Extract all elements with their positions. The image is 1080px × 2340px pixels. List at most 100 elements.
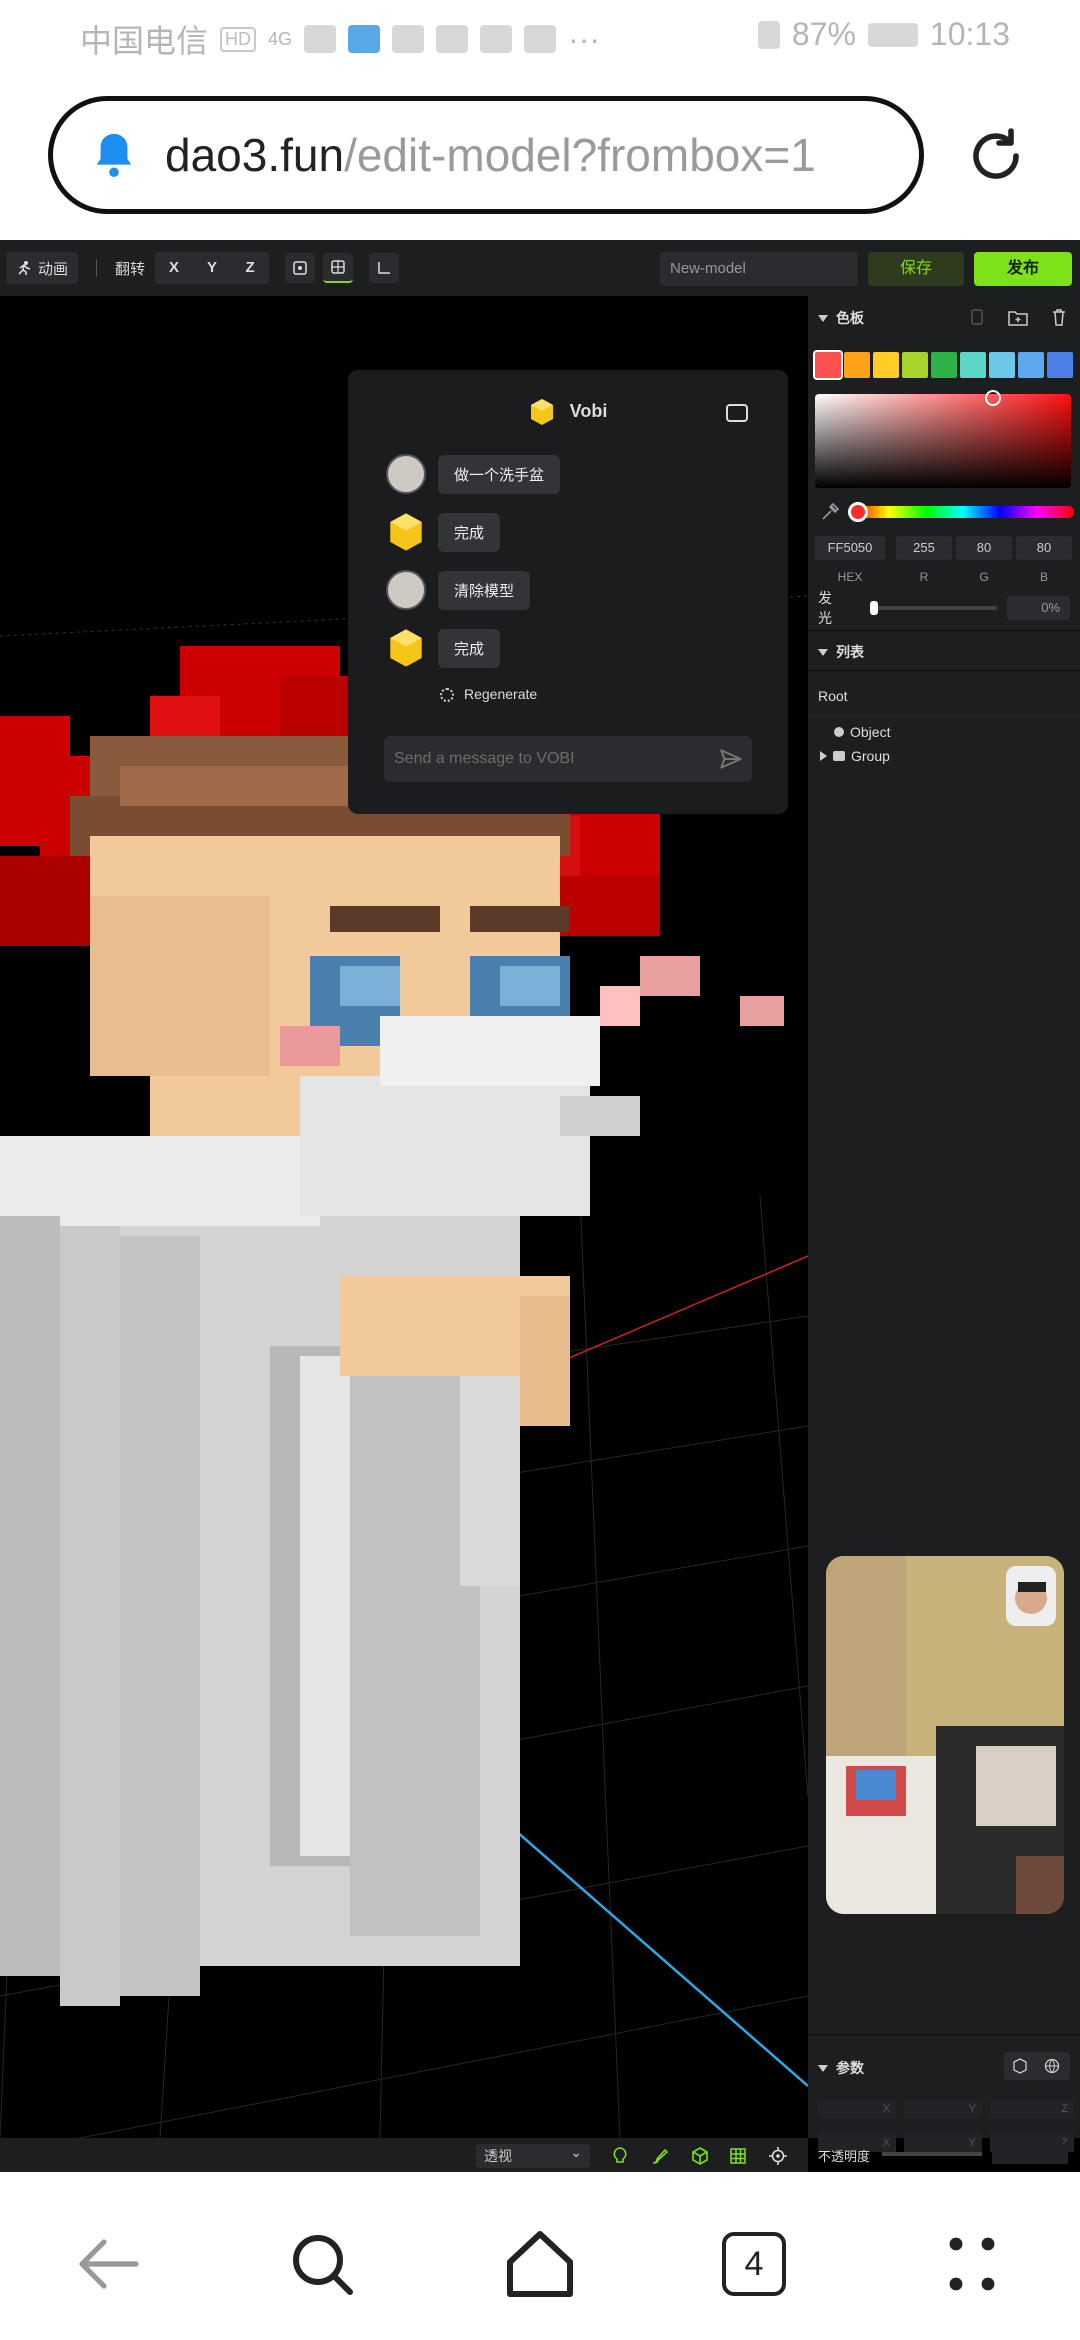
local-space-icon[interactable] — [285, 253, 316, 283]
send-icon[interactable] — [718, 746, 744, 772]
glow-value[interactable]: 0% — [1006, 596, 1070, 620]
message-bubble: 完成 — [438, 628, 501, 668]
tabs-count-button[interactable]: 4 — [722, 2232, 786, 2296]
translate-icon — [524, 25, 557, 53]
flip-z-button[interactable]: Z — [231, 252, 269, 284]
hex-field[interactable]: FF5050 — [815, 536, 885, 560]
tree-item-group[interactable]: Group — [820, 748, 890, 764]
eyedropper-icon[interactable] — [820, 502, 840, 522]
regenerate-button[interactable]: Regenerate — [348, 686, 788, 703]
cube-icon[interactable] — [1012, 2058, 1028, 2074]
color-swatch[interactable] — [989, 352, 1015, 378]
glow-slider[interactable] — [869, 601, 997, 615]
save-button[interactable]: 保存 — [868, 252, 964, 286]
menu-dots-icon[interactable] — [932, 2224, 1012, 2304]
tree-item-object[interactable]: Object — [834, 724, 890, 740]
saturation-picker[interactable] — [815, 390, 1071, 488]
color-swatch[interactable] — [902, 352, 928, 378]
chat-message-input[interactable] — [384, 736, 752, 782]
video-call-overlay[interactable] — [826, 1556, 1064, 1914]
hue-slider[interactable] — [852, 506, 1074, 518]
focus-target-icon[interactable] — [768, 2146, 788, 2166]
url-path: /edit-model?frombox=1 — [344, 129, 816, 181]
tree-item-label: Object — [850, 724, 891, 740]
list-section-header[interactable]: 列表 — [818, 642, 864, 662]
notification-bell-icon[interactable] — [91, 130, 137, 180]
browser-nav-bar: 4 — [0, 2172, 1080, 2340]
glow-label: 发光 — [818, 590, 832, 626]
picture-in-picture-icon[interactable] — [726, 404, 748, 422]
tree-root-label: Root — [818, 688, 848, 704]
color-swatch[interactable] — [1018, 352, 1044, 378]
delete-icon[interactable] — [1050, 308, 1068, 326]
cube-view-icon[interactable] — [690, 2146, 710, 2166]
hue-slider-knob[interactable] — [848, 502, 868, 522]
user-avatar — [386, 570, 426, 610]
g-field[interactable]: 80 — [956, 536, 1012, 560]
flip-y-button[interactable]: Y — [193, 252, 231, 284]
color-swatch[interactable] — [844, 352, 870, 378]
palette-title: 色板 — [836, 310, 864, 326]
g-label: G — [979, 570, 989, 584]
color-swatch[interactable] — [813, 350, 843, 380]
model-name-field[interactable]: New-model — [660, 252, 858, 286]
axis-guide-icon[interactable] — [369, 253, 400, 283]
url-text[interactable]: dao3.fun/edit-model?frombox=1 — [165, 128, 816, 182]
clock: 10:13 — [929, 16, 1010, 52]
color-swatch[interactable] — [960, 352, 986, 378]
globe-icon[interactable] — [1044, 2058, 1060, 2074]
3d-viewport[interactable]: Vobi 做一个洗手盆 完成 清除模型 完成 Regenerate — [0, 296, 808, 2138]
palette-section-header[interactable]: 色板 — [818, 308, 864, 328]
hd-badge: HD — [220, 26, 257, 52]
list-title: 列表 — [836, 644, 864, 660]
color-swatch[interactable] — [931, 352, 957, 378]
copy-palette-icon[interactable] — [968, 308, 986, 326]
tree-root[interactable]: Root — [818, 688, 848, 704]
light-bulb-icon[interactable] — [610, 2146, 630, 2166]
grid-icon[interactable] — [728, 2146, 748, 2166]
b-field[interactable]: 80 — [1016, 536, 1072, 560]
flip-x-button[interactable]: X — [155, 252, 193, 284]
reload-icon[interactable] — [964, 124, 1028, 188]
b-label: B — [1039, 570, 1048, 584]
opacity-field[interactable] — [992, 2144, 1068, 2164]
battery-percent: 87% — [791, 16, 856, 52]
color-swatch[interactable] — [1047, 352, 1073, 378]
status-bar: 中国电信 HD 4G ··· 87% 10:13 — [0, 0, 1080, 72]
rotation-y-field[interactable]: Y — [904, 2134, 982, 2152]
voxel-basin — [0, 1016, 640, 2006]
position-y-field[interactable]: Y — [904, 2100, 982, 2118]
group-icon — [833, 751, 845, 761]
vobi-avatar-icon — [390, 513, 422, 551]
collapse-icon — [818, 314, 828, 322]
hex-label: HEX — [837, 570, 863, 584]
back-arrow-icon[interactable] — [68, 2224, 148, 2304]
opacity-slider[interactable] — [882, 2152, 982, 2156]
publish-button[interactable]: 发布 — [974, 252, 1072, 286]
position-x-field[interactable]: X — [818, 2100, 896, 2118]
battery-icon — [867, 22, 918, 47]
search-icon[interactable] — [282, 2224, 362, 2304]
address-bar[interactable]: dao3.fun/edit-model?frombox=1 — [48, 96, 924, 214]
vobi-chat-panel: Vobi 做一个洗手盆 完成 清除模型 完成 Regenerate — [348, 370, 788, 814]
view-mode-select[interactable]: 透视 — [476, 2140, 590, 2168]
animation-button[interactable]: 动画 — [6, 252, 79, 284]
tree-item-label: Group — [851, 748, 890, 764]
home-icon[interactable] — [500, 2224, 580, 2304]
message-bubble: 做一个洗手盆 — [438, 454, 561, 494]
expand-icon — [820, 751, 827, 761]
add-folder-icon[interactable] — [1008, 308, 1028, 326]
picker-knob[interactable] — [985, 390, 1001, 406]
r-field[interactable]: 255 — [896, 536, 952, 560]
paint-icon[interactable] — [650, 2146, 670, 2166]
running-figure-icon — [18, 261, 31, 275]
params-section-header[interactable]: 参数 — [818, 2058, 864, 2078]
toolbar-divider — [96, 259, 98, 277]
message-bubble: 清除模型 — [438, 570, 531, 610]
space-toggle[interactable] — [1004, 2052, 1070, 2080]
position-z-field[interactable]: Z — [990, 2100, 1074, 2118]
chat-message: 完成 — [386, 512, 501, 552]
regenerate-label: Regenerate — [464, 686, 538, 702]
world-space-icon[interactable] — [323, 253, 354, 283]
color-swatch[interactable] — [873, 352, 899, 378]
